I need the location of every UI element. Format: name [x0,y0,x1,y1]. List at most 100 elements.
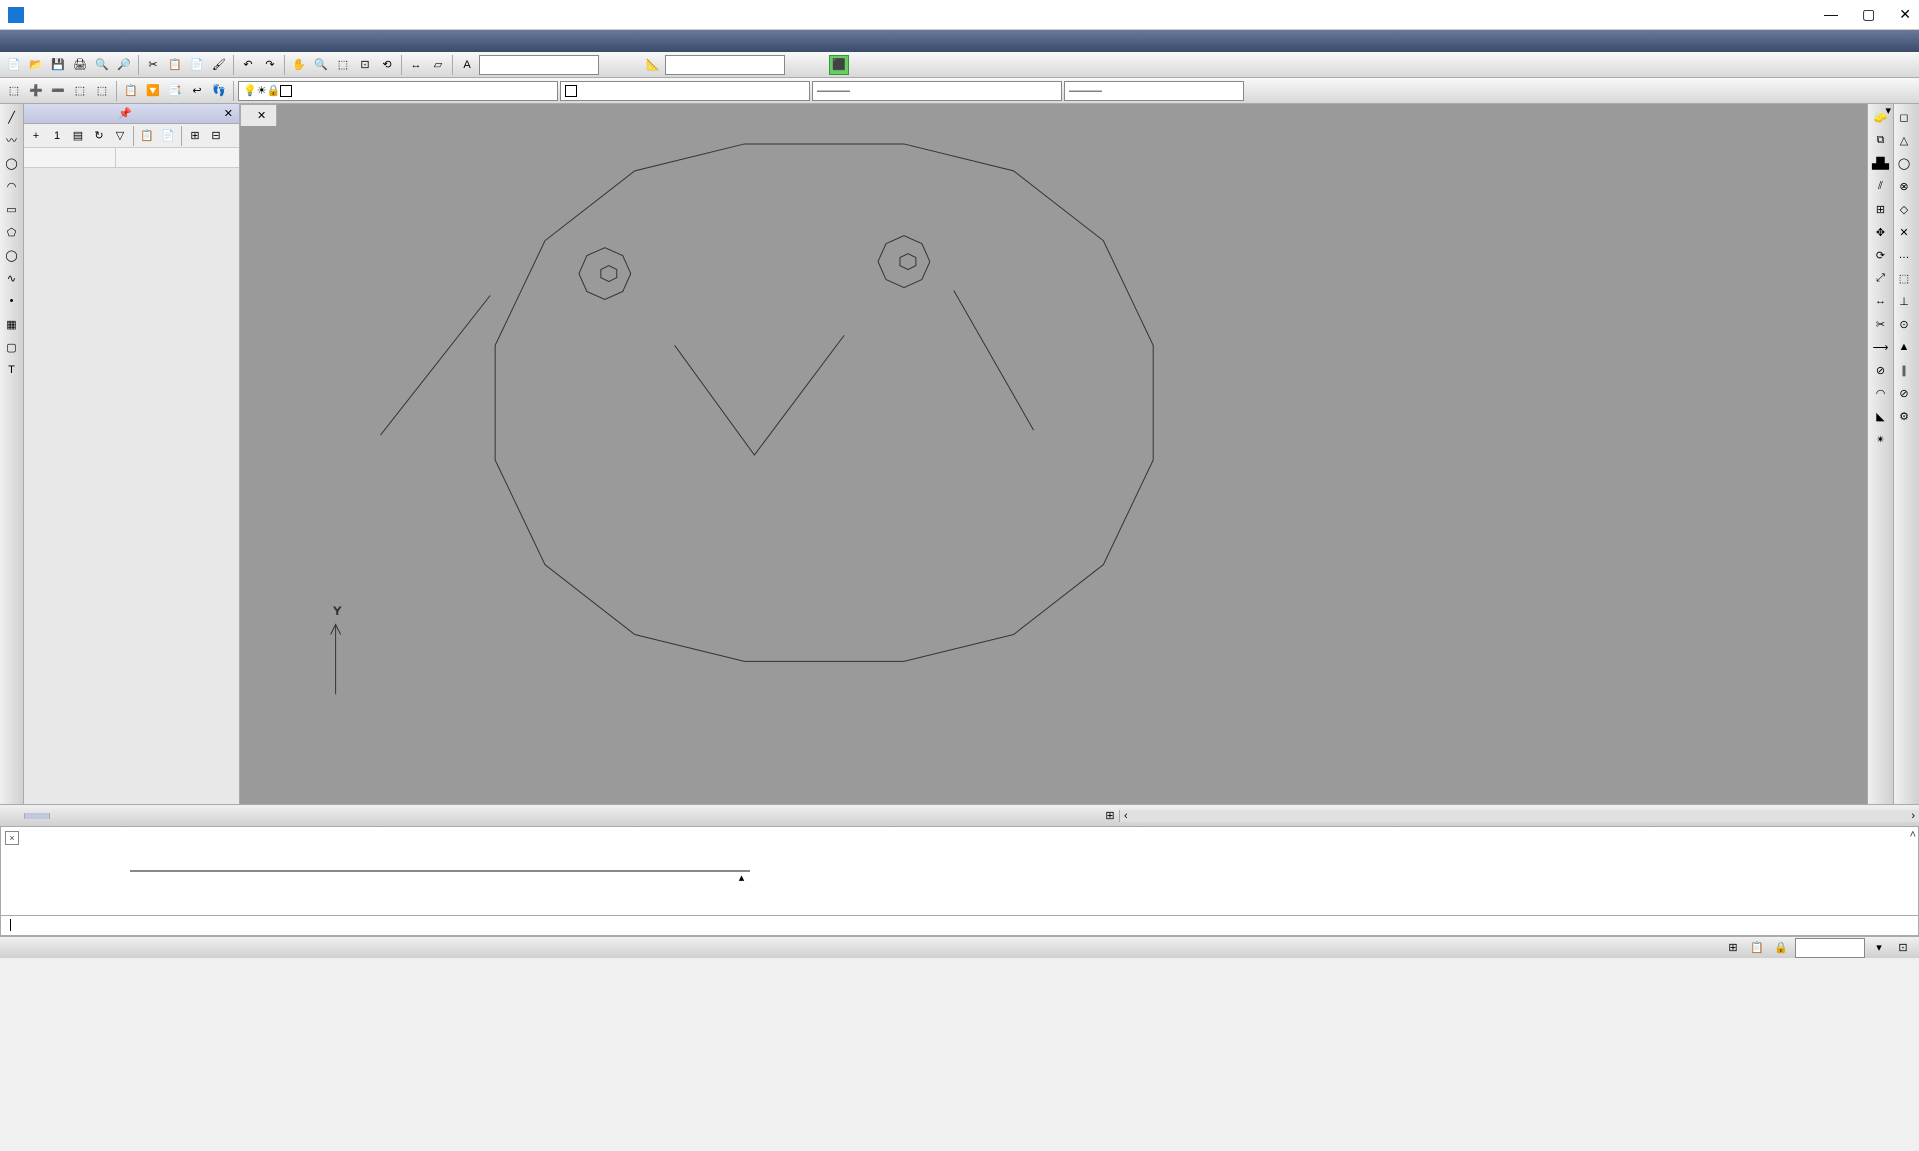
drawing-canvas[interactable]: Y [240,126,1867,804]
color-dropdown[interactable] [560,81,810,101]
print-button[interactable]: 🖨 [70,55,90,75]
document-tab-close-icon[interactable]: ✕ [257,109,266,122]
layout-tabs-icon[interactable]: ⊞ [1101,809,1119,822]
chamfer-button[interactable]: ◣ [1871,406,1891,426]
snap-node-button[interactable]: ⊗ [1894,176,1914,196]
rectangle-tool-button[interactable]: ▭ [2,199,22,219]
sel-remove-button[interactable]: ➖ [48,81,68,101]
pan-button[interactable]: ✋ [289,55,309,75]
snap-mid-button[interactable]: △ [1894,130,1914,150]
undo-button[interactable]: ↶ [238,55,258,75]
layer-state-button[interactable]: 📑 [165,81,185,101]
circle-tool-button[interactable]: ◯ [2,153,22,173]
snap-par-button[interactable]: ∥ [1894,360,1914,380]
scale-button[interactable]: ⤢ [1871,268,1891,288]
status-icon-5[interactable]: ⊡ [1893,938,1913,958]
snap-perp-button[interactable]: ⊥ [1894,291,1914,311]
snap-tan-button[interactable]: ⊙ [1894,314,1914,334]
close-button[interactable]: ✕ [1899,6,1911,23]
copy-obj-button[interactable]: ⧉ [1871,130,1891,150]
save-button[interactable]: 💾 [48,55,68,75]
arc-tool-button[interactable]: ◠ [2,176,22,196]
props-collapse-button[interactable]: ⊟ [206,126,226,146]
layer-dropdown[interactable]: 💡☀🔒 [238,81,558,101]
find-button[interactable]: 🔎 [114,55,134,75]
selection-filter-button[interactable]: ⬚ [4,81,24,101]
props-add-button[interactable]: + [26,126,46,146]
doc-tabs-dropdown-icon[interactable]: ▾ [1885,104,1891,126]
snap-end-button[interactable]: ◻ [1894,107,1914,127]
snap-quad-button[interactable]: ◇ [1894,199,1914,219]
array-button[interactable]: ⊞ [1871,199,1891,219]
copy-button[interactable]: 📋 [165,55,185,75]
menu-tools[interactable] [86,39,102,43]
linetype-dropdown[interactable]: ——— [812,81,1062,101]
props-copy-button[interactable]: 📋 [137,126,157,146]
new-button[interactable]: 📄 [4,55,24,75]
polyline-tool-button[interactable]: 〰 [2,130,22,150]
zoom-button[interactable]: 🔍 [311,55,331,75]
snap-int-button[interactable]: ✕ [1894,222,1914,242]
match-button[interactable]: 🖌 [209,55,229,75]
explode-button[interactable]: ✴ [1871,429,1891,449]
redo-button[interactable]: ↷ [260,55,280,75]
extend-button[interactable]: ⟶ [1871,337,1891,357]
props-sel-button[interactable]: 1 [47,126,67,146]
status-icon-4[interactable]: ▾ [1869,938,1889,958]
menu-raster[interactable] [150,39,166,43]
line-tool-button[interactable]: ╱ [2,107,22,127]
layer-prev-button[interactable]: ↩ [187,81,207,101]
paste-button[interactable]: 📄 [187,55,207,75]
move-button[interactable]: ✥ [1871,222,1891,242]
status-icon-1[interactable]: ⊞ [1723,938,1743,958]
cmd-scroll-up-icon[interactable]: ˄ [1910,829,1916,841]
layer-props-button[interactable]: 📋 [121,81,141,101]
text-tool-button[interactable]: T [2,360,22,380]
menu-format[interactable] [70,39,86,43]
area-button[interactable]: ▱ [428,55,448,75]
spline-tool-button[interactable]: ∿ [2,268,22,288]
props-filter-button[interactable]: ▽ [110,126,130,146]
snap-settings-button[interactable]: ⚙ [1894,406,1914,426]
menu-help[interactable] [166,39,182,43]
maximize-button[interactable]: ▢ [1862,6,1875,23]
point-tool-button[interactable]: • [2,291,22,311]
lineweight-dropdown[interactable]: ——— [1064,81,1244,101]
cmd-close-button[interactable]: × [5,831,19,845]
mirror-button[interactable]: ▟▙ [1871,153,1891,173]
props-paste-button[interactable]: 📄 [158,126,178,146]
command-line[interactable] [0,916,1919,936]
tab-properties[interactable] [25,813,50,819]
document-tab[interactable]: ✕ [240,104,277,126]
tab-tdms[interactable] [0,813,25,819]
zoom-prev-button[interactable]: ⟲ [377,55,397,75]
status-icon-3[interactable]: 🔒 [1771,938,1791,958]
sel-all-button[interactable]: ⬚ [70,81,90,101]
zoom-window-button[interactable]: ⬚ [333,55,353,75]
menu-modify[interactable] [134,39,150,43]
status-scale-dropdown[interactable] [1795,938,1865,958]
rotate-button[interactable]: ⟳ [1871,245,1891,265]
props-expand-button[interactable]: ⊞ [185,126,205,146]
layers-button[interactable]: ⬛ [829,55,849,75]
offset-button[interactable]: ⫽ [1871,176,1891,196]
sel-add-button[interactable]: ➕ [26,81,46,101]
snap-ext-button[interactable]: … [1894,245,1914,265]
scroll-right-button[interactable]: › [1911,810,1915,822]
dimstyle-dropdown[interactable] [665,55,785,75]
menu-dimensions[interactable] [118,39,134,43]
layer-filter-button[interactable]: 🔽 [143,81,163,101]
layer-walk-button[interactable]: 👣 [209,81,229,101]
font-dropdown[interactable] [479,55,599,75]
preview-button[interactable]: 🔍 [92,55,112,75]
fillet-button[interactable]: ◠ [1871,383,1891,403]
snap-near-button[interactable]: ▲ [1894,337,1914,357]
props-pin-icon[interactable]: 📌 [118,107,132,120]
hatch-tool-button[interactable]: ▦ [2,314,22,334]
snap-none-button[interactable]: ⊘ [1894,383,1914,403]
sel-none-button[interactable]: ⬚ [92,81,112,101]
status-icon-2[interactable]: 📋 [1747,938,1767,958]
minimize-button[interactable]: — [1824,6,1838,23]
menu-view[interactable] [38,39,54,43]
distance-button[interactable]: ↔ [406,55,426,75]
